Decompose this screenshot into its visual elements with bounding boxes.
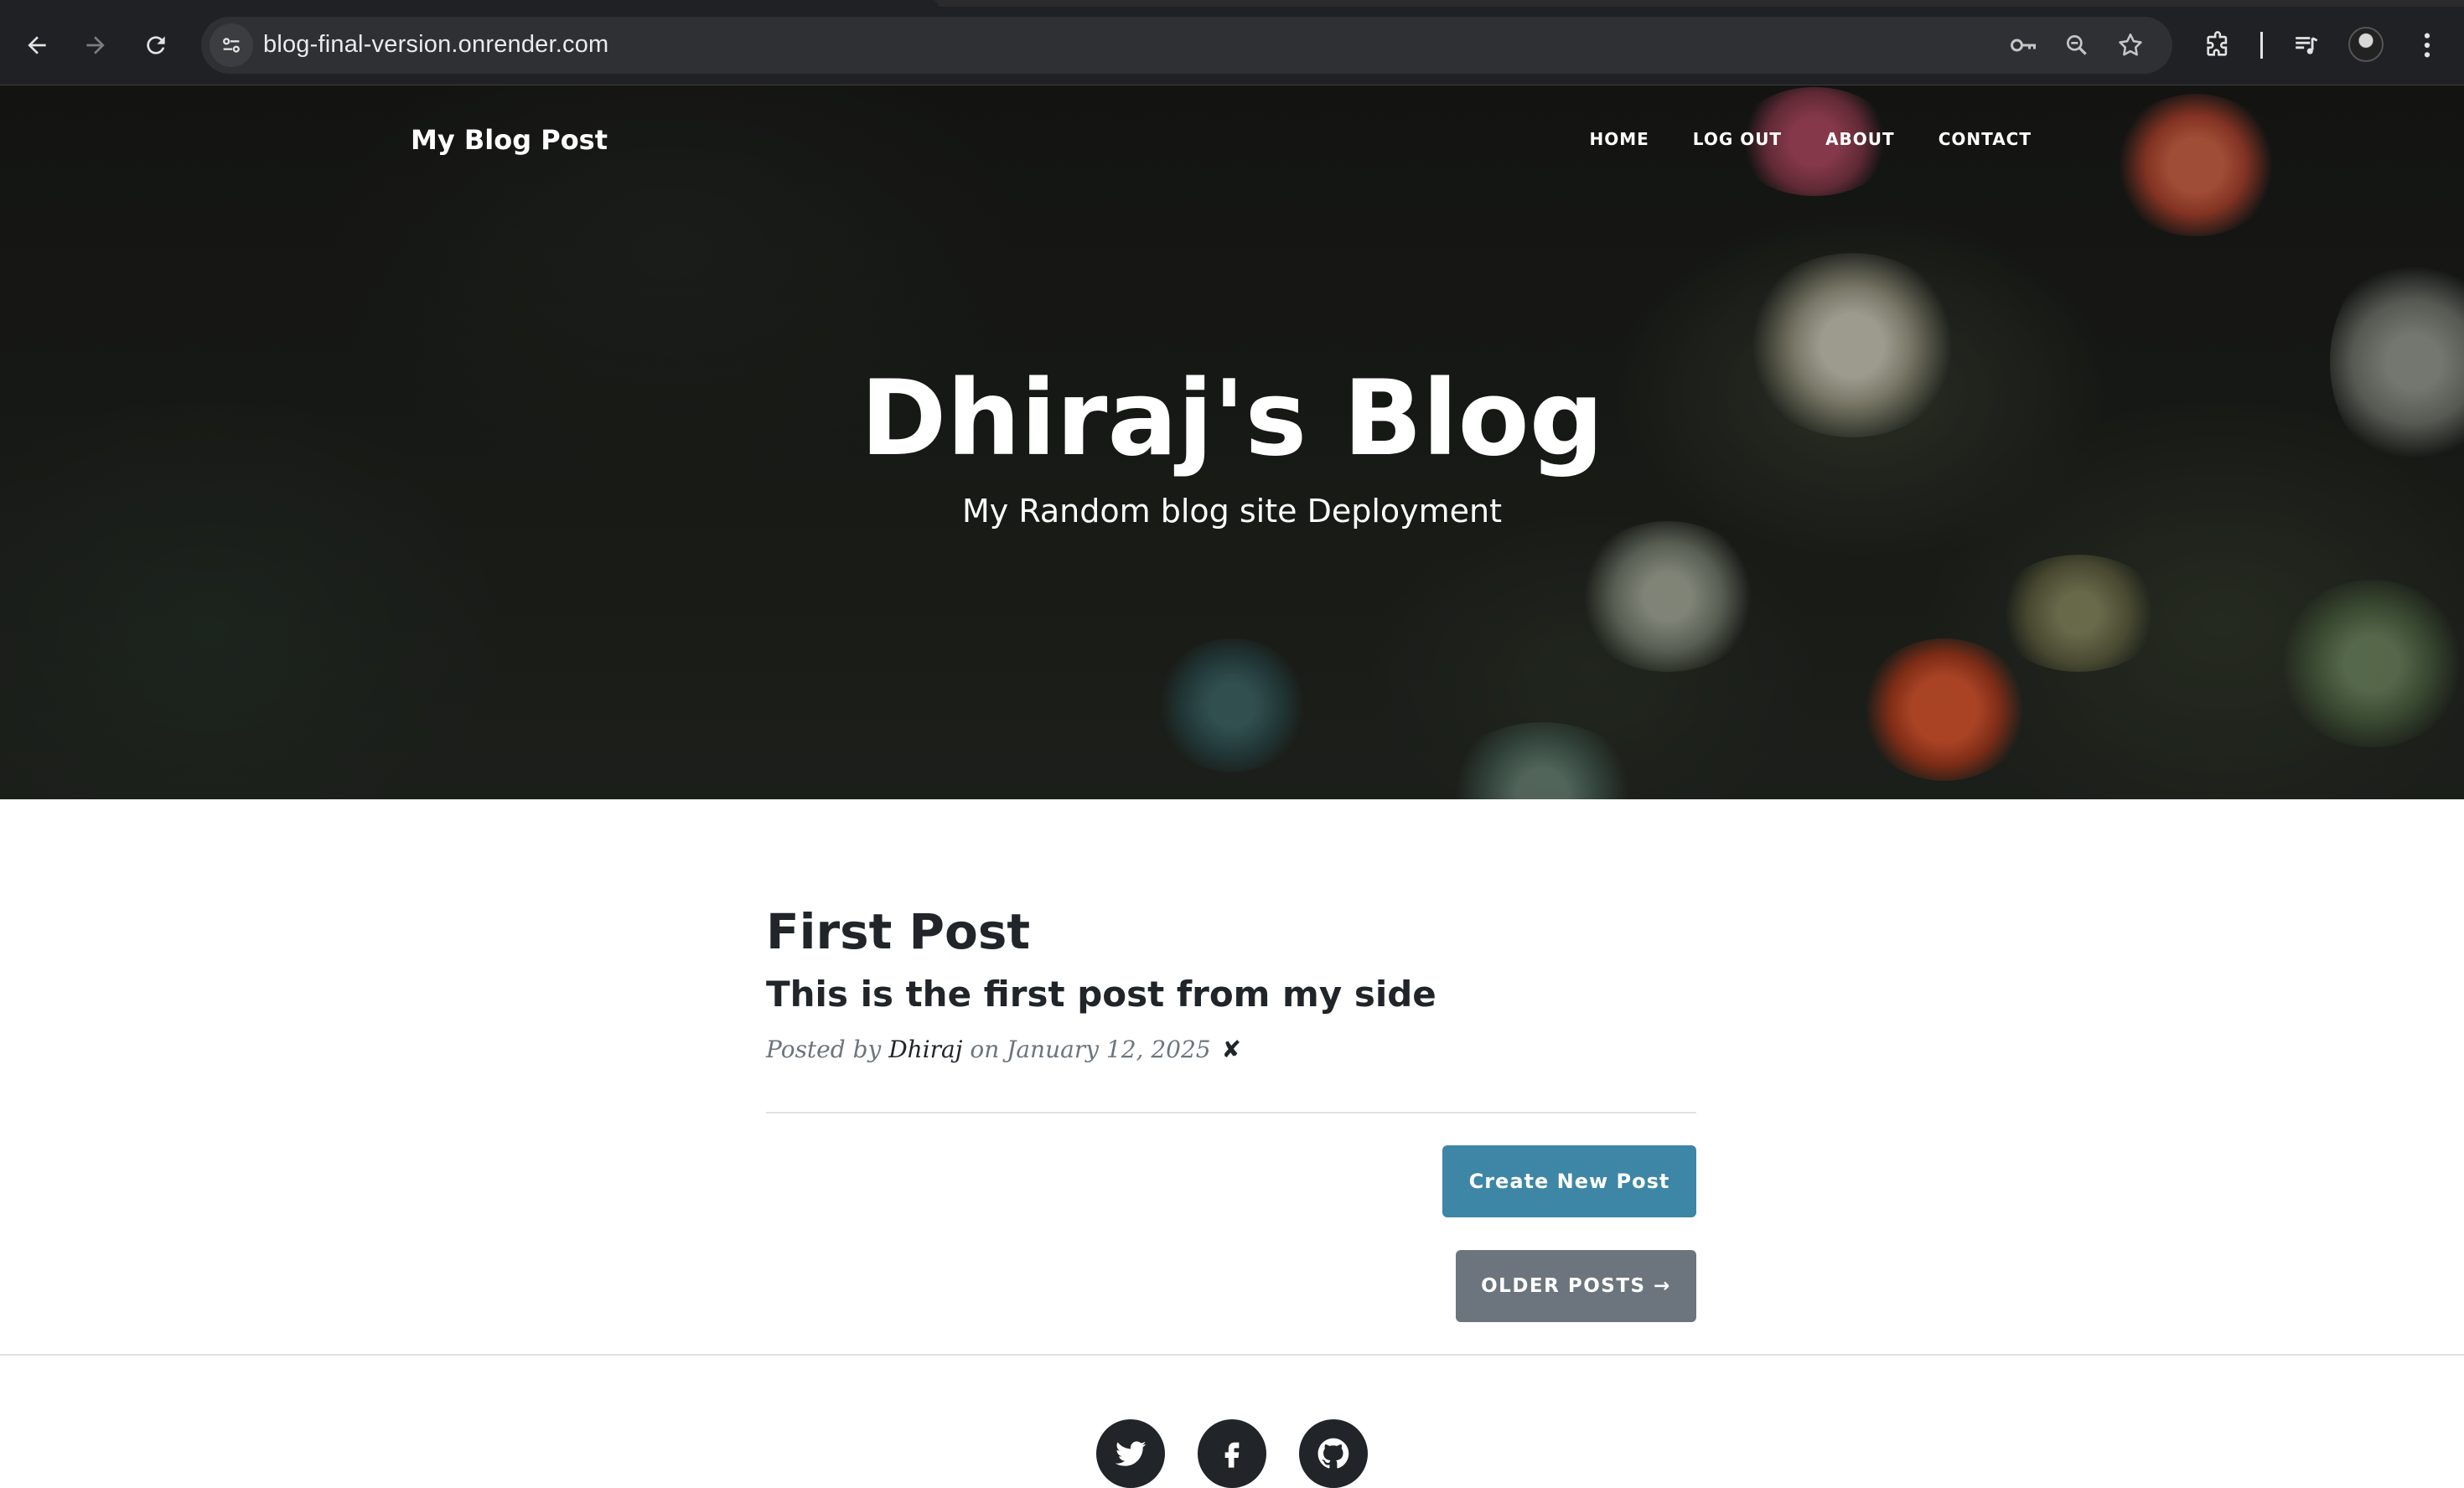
post-meta: Posted by Dhiraj on January 12, 2025 ✘ [766,1036,1241,1063]
reload-icon[interactable] [132,22,179,69]
media-controls-icon[interactable] [2283,22,2330,69]
create-post-button[interactable]: Create New Post [1442,1145,1696,1217]
main-nav: HOME LOG OUT ABOUT CONTACT [1589,129,2032,149]
post-subtitle[interactable]: This is the first post from my side [766,974,1436,1015]
post-meta-prefix: Posted by [766,1036,882,1063]
bookmark-star-icon[interactable] [2114,28,2147,62]
github-icon[interactable] [1299,1419,1368,1488]
forward-icon[interactable] [72,22,119,69]
nav-about[interactable]: ABOUT [1825,129,1895,149]
hero-title: Dhiraj's Blog [860,359,1604,479]
nav-logout[interactable]: LOG OUT [1693,129,1782,149]
nav-home[interactable]: HOME [1589,129,1649,149]
twitter-icon[interactable] [1096,1419,1165,1488]
toolbar-divider [2260,32,2263,59]
back-icon[interactable] [13,22,60,69]
post-date: on January 12, 2025 [970,1036,1211,1063]
nav-contact[interactable]: CONTACT [1939,129,2032,149]
tab-strip [0,0,2464,7]
post-title[interactable]: First Post [766,903,1030,960]
older-posts-button[interactable]: OLDER POSTS → [1456,1250,1696,1322]
hero-header: My Blog Post HOME LOG OUT ABOUT CONTACT … [0,85,2464,799]
post-author-link[interactable]: Dhiraj [888,1036,962,1063]
facebook-icon[interactable] [1198,1419,1266,1488]
footer-divider [0,1354,2464,1356]
extensions-icon[interactable] [2194,22,2241,69]
zoom-icon[interactable] [2060,28,2094,62]
site-brand[interactable]: My Blog Post [411,124,608,156]
address-bar[interactable]: blog-final-version.onrender.com [201,17,2172,74]
url-text[interactable]: blog-final-version.onrender.com [263,31,608,59]
menu-icon[interactable] [2404,22,2451,69]
browser-toolbar: blog-final-version.onrender.com [0,0,2464,85]
password-key-icon[interactable] [2006,28,2040,62]
post-divider [766,1112,1696,1113]
delete-post-icon[interactable]: ✘ [1222,1036,1241,1063]
hero-subtitle: My Random blog site Deployment [961,493,1503,530]
site-info-icon[interactable] [210,23,253,67]
profile-avatar[interactable] [2348,27,2384,62]
